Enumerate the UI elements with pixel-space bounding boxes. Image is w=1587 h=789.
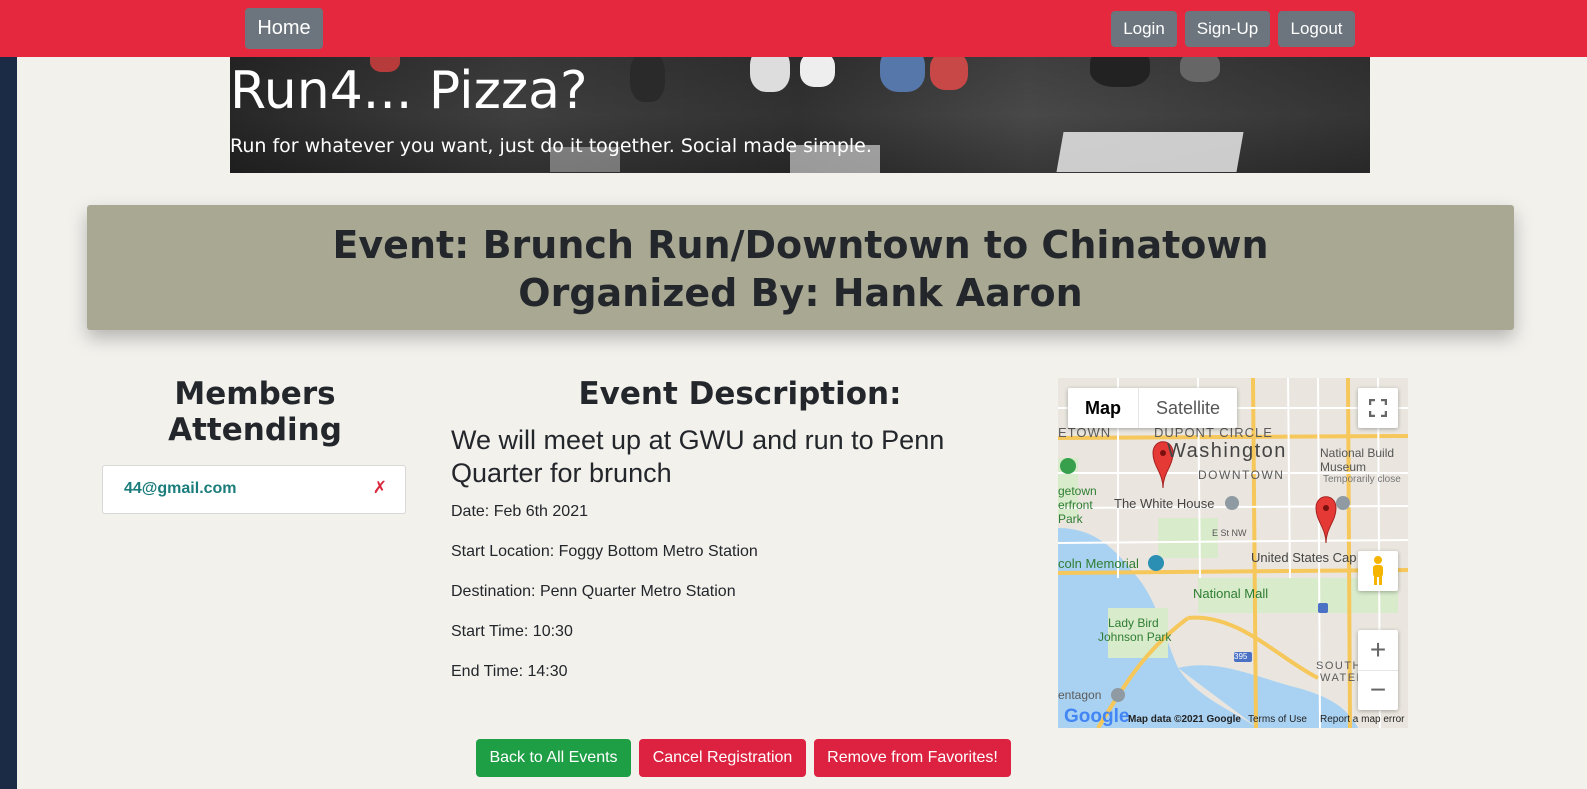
home-button[interactable]: Home — [245, 8, 323, 49]
map-label-capitol: United States Cap — [1251, 550, 1357, 565]
hero-banner: Run4... Pizza? Run for whatever you want… — [230, 57, 1370, 173]
event-end-time: End Time: 14:30 — [451, 663, 568, 680]
zoom-in-button[interactable]: + — [1358, 630, 1398, 671]
pegman-glyph — [1373, 556, 1383, 585]
login-button[interactable]: Login — [1111, 11, 1177, 47]
event-organizer: Organized By: Hank Aaron — [518, 271, 1083, 315]
runner-shoe-image — [1090, 57, 1150, 87]
map-label-national-mall: National Mall — [1193, 586, 1269, 601]
map-label-lady-bird: Lady Bird — [1108, 616, 1159, 630]
event-start-time: Start Time: 10:30 — [451, 623, 573, 640]
map-label-getown: getown — [1058, 484, 1097, 498]
map-report-error-link[interactable]: Report a map error — [1320, 714, 1404, 725]
logout-button[interactable]: Logout — [1278, 11, 1355, 47]
event-title: Event: Brunch Run/Downtown to Chinatown — [332, 223, 1269, 267]
zoom-out-button[interactable]: − — [1358, 671, 1398, 711]
map-label-johnson-park: Johnson Park — [1098, 630, 1172, 644]
map-terms-link[interactable]: Terms of Use — [1248, 714, 1307, 725]
map-footer: Map data ©2021 Google Terms of Use Repor… — [1058, 712, 1408, 728]
map-data-attribution: Map data ©2021 Google — [1128, 714, 1241, 725]
cancel-registration-button[interactable]: Cancel Registration — [639, 739, 806, 777]
runner-shoe-image — [800, 57, 835, 87]
site-tagline: Run for whatever you want, just do it to… — [230, 135, 872, 157]
runner-shoe-image — [630, 57, 665, 102]
road-marking — [1056, 132, 1244, 172]
event-description: We will meet up at GWU and run to Penn Q… — [451, 425, 945, 488]
zoom-control: + − — [1358, 630, 1398, 710]
event-map[interactable]: Washington DUPONT CIRCLE ETOWN DOWNTOWN … — [1058, 378, 1408, 728]
member-email-link[interactable]: 44@gmail.com — [124, 480, 237, 498]
map-type-control: Map Satellite — [1068, 388, 1238, 428]
map-label-museum: Museum — [1320, 460, 1367, 474]
runner-shoe-image — [930, 57, 968, 90]
map-label-downtown: DOWNTOWN — [1198, 468, 1285, 482]
description-heading: Event Description: — [578, 376, 902, 412]
event-header: Event: Brunch Run/Downtown to Chinatown … — [87, 205, 1514, 330]
remove-favorite-button[interactable]: Remove from Favorites! — [814, 739, 1011, 777]
map-label-lincoln: coln Memorial — [1058, 556, 1139, 571]
members-heading: Members Attending — [168, 376, 342, 448]
map-label-e-street: E St NW — [1212, 528, 1247, 538]
map-label-white-house: The White House — [1114, 496, 1215, 511]
signup-button[interactable]: Sign-Up — [1185, 11, 1270, 47]
map-label-erfront: erfront — [1058, 498, 1093, 512]
runner-shoe-image — [880, 57, 925, 92]
map-label-temp-closed: Temporarily close — [1323, 474, 1401, 485]
navbar: Home Login Sign-Up Logout — [0, 0, 1587, 57]
map-label-i395: 395 — [1234, 652, 1248, 661]
event-date: Date: Feb 6th 2021 — [451, 503, 588, 520]
event-start-location: Start Location: Foggy Bottom Metro Stati… — [451, 543, 758, 560]
back-to-events-button[interactable]: Back to All Events — [476, 739, 631, 777]
fullscreen-glyph — [1369, 399, 1387, 417]
map-type-satellite-button[interactable]: Satellite — [1138, 388, 1237, 428]
map-label-national-build: National Build — [1320, 446, 1395, 460]
map-label-park: Park — [1058, 512, 1083, 526]
remove-member-icon[interactable]: ✗ — [373, 478, 387, 498]
site-title: Run4... Pizza? — [230, 61, 588, 121]
member-list-item: 44@gmail.com ✗ — [102, 465, 406, 514]
runner-shoe-image — [1180, 57, 1220, 82]
fullscreen-icon[interactable] — [1358, 388, 1398, 428]
event-destination: Destination: Penn Quarter Metro Station — [451, 583, 736, 600]
map-label-washington: Washington — [1167, 440, 1287, 462]
street-view-pegman-icon[interactable] — [1358, 551, 1398, 591]
runner-shoe-image — [750, 57, 790, 92]
map-type-map-button[interactable]: Map — [1068, 388, 1138, 428]
map-label-pentagon: entagon — [1058, 688, 1102, 702]
